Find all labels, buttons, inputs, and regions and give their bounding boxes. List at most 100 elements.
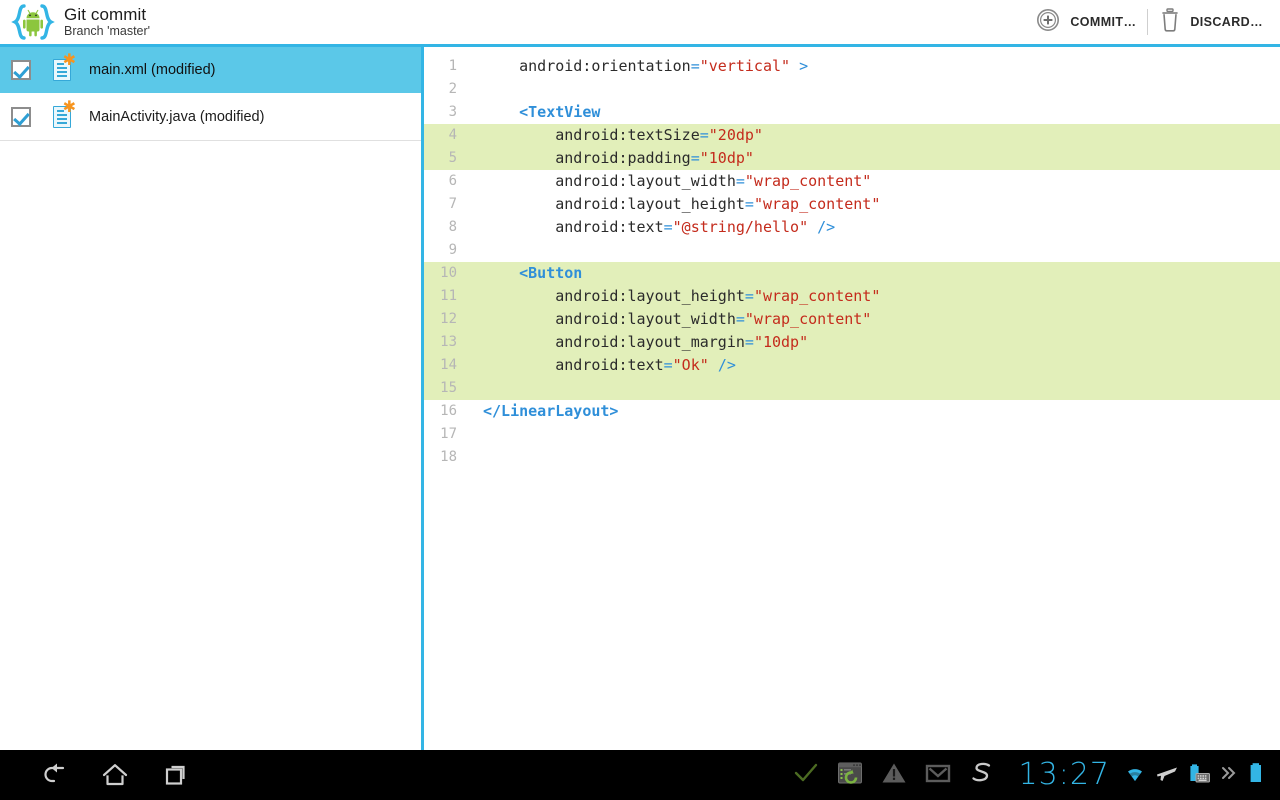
line-number: 3: [448, 104, 457, 120]
code-token: "Ok": [672, 356, 709, 374]
action-bar-text: Git commit Branch 'master': [64, 5, 150, 39]
code-token: android:text: [483, 356, 664, 374]
code-text: android:padding="10dp": [457, 147, 1280, 170]
clock[interactable]: 13:27: [1019, 760, 1110, 790]
action-bar-actions: COMMIT… DISCARD…: [1024, 0, 1274, 44]
action-bar-branding: Git commit Branch 'master': [10, 0, 150, 44]
code-token: android:layout_margin: [483, 333, 745, 351]
keyboard-battery-icon: [1186, 761, 1212, 790]
code-token: =: [744, 195, 754, 213]
code-token: =: [735, 172, 745, 190]
back-icon[interactable]: [22, 750, 84, 800]
discard-button[interactable]: DISCARD…: [1148, 0, 1274, 44]
file-name-label: MainActivity.java (modified): [89, 109, 265, 125]
code-token: "10dp": [699, 149, 754, 167]
airplane-mode-icon: [1155, 762, 1179, 789]
code-token: "10dp": [753, 333, 809, 351]
checkmark-icon[interactable]: [793, 761, 819, 790]
code-line: 16 </LinearLayout>: [424, 400, 1280, 423]
more-chevron-icon[interactable]: [1219, 763, 1239, 788]
code-token: =: [744, 333, 754, 351]
code-line: 18: [424, 446, 1280, 469]
line-number: 17: [440, 426, 457, 442]
commit-button[interactable]: COMMIT…: [1024, 0, 1147, 44]
code-token: "wrap_content": [744, 310, 872, 328]
line-number: 15: [440, 380, 457, 396]
code-line: 13 android:layout_margin="10dp": [424, 331, 1280, 354]
recent-apps-icon[interactable]: [146, 750, 208, 800]
status-icons[interactable]: [1122, 761, 1280, 790]
code-line: 6 android:layout_width="wrap_content": [424, 170, 1280, 193]
code-token: android:layout_width: [483, 310, 736, 328]
code-text: </LinearLayout>: [457, 400, 1280, 423]
code-token: >: [799, 57, 809, 75]
code-line: 4 android:textSize="20dp": [424, 124, 1280, 147]
line-number: 12: [440, 311, 457, 327]
skype-s-icon[interactable]: [969, 761, 995, 790]
code-token: "20dp": [708, 126, 763, 144]
code-line: 10 <Button: [424, 262, 1280, 285]
line-number: 4: [448, 127, 457, 143]
code-text: <Button: [457, 262, 1280, 285]
line-number: 9: [448, 242, 457, 258]
code-line: 8 android:text="@string/hello" />: [424, 216, 1280, 239]
code-token: />: [717, 356, 736, 374]
code-token: =: [735, 310, 745, 328]
line-number: 7: [448, 196, 457, 212]
code-line: 3 <TextView: [424, 101, 1280, 124]
code-token: <Button: [483, 264, 583, 282]
modified-file-icon: ✱: [53, 99, 76, 130]
file-checkbox[interactable]: [11, 60, 31, 80]
diff-viewer[interactable]: 1 android:orientation="vertical" > 2 3 <Te…: [424, 47, 1280, 750]
android-braces-icon: [10, 2, 56, 42]
code-token: android:text: [483, 218, 664, 236]
code-text: android:layout_margin="10dp": [457, 331, 1280, 354]
circle-plus-icon: [1035, 7, 1061, 38]
code-line: 7 android:layout_height="wrap_content": [424, 193, 1280, 216]
list-item[interactable]: ✱ main.xml (modified): [0, 47, 421, 94]
line-number: 8: [448, 219, 457, 235]
list-item[interactable]: ✱ MainActivity.java (modified): [0, 94, 421, 141]
trash-icon: [1159, 7, 1181, 38]
code-token: "@string/hello": [672, 218, 809, 236]
code-token: "wrap_content": [753, 195, 881, 213]
code-token: =: [699, 126, 709, 144]
discard-button-label: DISCARD…: [1190, 15, 1263, 29]
notification-icons[interactable]: [793, 761, 1003, 790]
navigation-buttons: [0, 750, 208, 800]
code-text: android:layout_height="wrap_content": [457, 193, 1280, 216]
warning-icon[interactable]: [881, 761, 907, 790]
code-token: =: [663, 218, 673, 236]
gmail-icon[interactable]: [925, 761, 951, 790]
line-number: 14: [440, 357, 457, 373]
line-number: 11: [440, 288, 457, 304]
code-token: "wrap_content": [744, 172, 872, 190]
code-text: android:textSize="20dp": [457, 124, 1280, 147]
code-line: 2: [424, 78, 1280, 101]
code-text: <TextView: [457, 101, 1280, 124]
code-token: />: [817, 218, 836, 236]
android-tablet-screen: Git commit Branch 'master' COMMIT… DISCA…: [0, 0, 1280, 800]
code-token: android:layout_width: [483, 172, 736, 190]
code-token: =: [690, 149, 700, 167]
code-token: <TextView: [483, 103, 601, 121]
home-icon[interactable]: [84, 750, 146, 800]
sync-update-icon[interactable]: [837, 761, 863, 790]
line-number: 2: [448, 81, 457, 97]
file-checkbox[interactable]: [11, 107, 31, 127]
code-token: android:orientation: [483, 57, 691, 75]
code-line-container: 1 android:orientation="vertical" > 2 3 <Te…: [424, 47, 1280, 469]
code-text: android:text="Ok" />: [457, 354, 1280, 377]
code-text: android:orientation="vertical" >: [457, 55, 1280, 78]
code-line: 15: [424, 377, 1280, 400]
code-line: 14 android:text="Ok" />: [424, 354, 1280, 377]
code-line: 1 android:orientation="vertical" >: [424, 55, 1280, 78]
line-number: 5: [448, 150, 457, 166]
code-line: 11 android:layout_height="wrap_content": [424, 285, 1280, 308]
